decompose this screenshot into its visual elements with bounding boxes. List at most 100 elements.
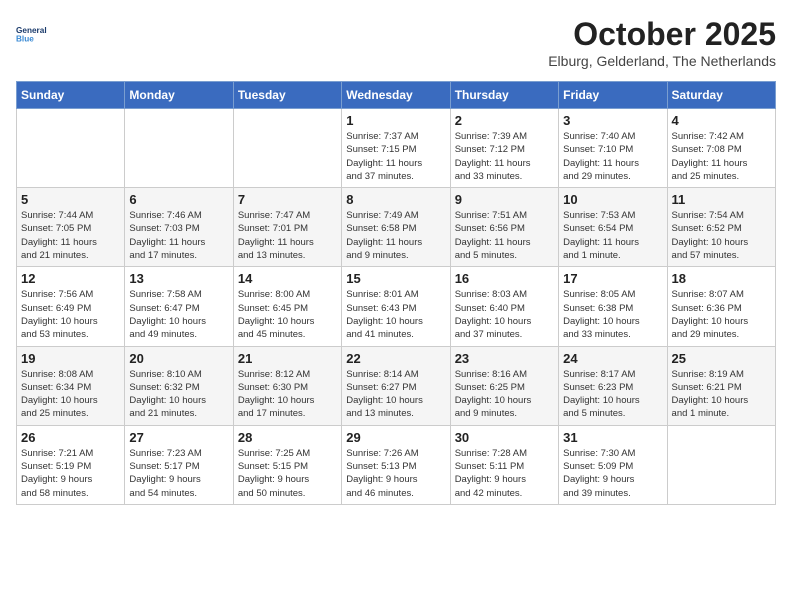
day-info: Sunrise: 8:01 AM Sunset: 6:43 PM Dayligh… bbox=[346, 288, 445, 341]
day-number: 11 bbox=[672, 192, 771, 207]
day-number: 12 bbox=[21, 271, 120, 286]
day-info: Sunrise: 8:17 AM Sunset: 6:23 PM Dayligh… bbox=[563, 368, 662, 421]
page-header: GeneralBlue October 2025 Elburg, Gelderl… bbox=[16, 16, 776, 69]
day-info: Sunrise: 7:42 AM Sunset: 7:08 PM Dayligh… bbox=[672, 130, 771, 183]
weekday-header-saturday: Saturday bbox=[667, 82, 775, 109]
day-number: 14 bbox=[238, 271, 337, 286]
day-number: 18 bbox=[672, 271, 771, 286]
calendar-cell: 3Sunrise: 7:40 AM Sunset: 7:10 PM Daylig… bbox=[559, 109, 667, 188]
logo: GeneralBlue bbox=[16, 16, 52, 52]
day-number: 8 bbox=[346, 192, 445, 207]
calendar-cell bbox=[233, 109, 341, 188]
day-number: 2 bbox=[455, 113, 554, 128]
day-number: 26 bbox=[21, 430, 120, 445]
calendar-cell: 6 Sunrise: 7:46 AM Sunset: 7:03 PM Daylig… bbox=[125, 188, 233, 267]
day-info: Sunrise: 7:26 AM Sunset: 5:13 PM Dayligh… bbox=[346, 447, 445, 500]
calendar-cell: 10 Sunrise: 7:53 AM Sunset: 6:54 PM Dayli… bbox=[559, 188, 667, 267]
day-number: 21 bbox=[238, 351, 337, 366]
day-number: 25 bbox=[672, 351, 771, 366]
calendar-week-row: 5 Sunrise: 7:44 AM Sunset: 7:05 PM Daylig… bbox=[17, 188, 776, 267]
svg-text:Blue: Blue bbox=[16, 35, 34, 44]
weekday-header-thursday: Thursday bbox=[450, 82, 558, 109]
calendar-week-row: 26 Sunrise: 7:21 AM Sunset: 5:19 PM Dayli… bbox=[17, 425, 776, 504]
calendar-cell: 29 Sunrise: 7:26 AM Sunset: 5:13 PM Dayli… bbox=[342, 425, 450, 504]
calendar-cell: 2 Sunrise: 7:39 AM Sunset: 7:12 PM Daylig… bbox=[450, 109, 558, 188]
calendar-cell: 18 Sunrise: 8:07 AM Sunset: 6:36 PM Dayli… bbox=[667, 267, 775, 346]
calendar-cell: 14Sunrise: 8:00 AM Sunset: 6:45 PM Dayli… bbox=[233, 267, 341, 346]
calendar-cell: 30 Sunrise: 7:28 AM Sunset: 5:11 PM Dayli… bbox=[450, 425, 558, 504]
day-info: Sunrise: 8:16 AM Sunset: 6:25 PM Dayligh… bbox=[455, 368, 554, 421]
day-number: 30 bbox=[455, 430, 554, 445]
calendar-cell: 28 Sunrise: 7:25 AM Sunset: 5:15 PM Dayli… bbox=[233, 425, 341, 504]
day-number: 16 bbox=[455, 271, 554, 286]
day-info: Sunrise: 8:03 AM Sunset: 6:40 PM Dayligh… bbox=[455, 288, 554, 341]
weekday-header-monday: Monday bbox=[125, 82, 233, 109]
calendar-cell: 13 Sunrise: 7:58 AM Sunset: 6:47 PM Dayli… bbox=[125, 267, 233, 346]
day-number: 6 bbox=[129, 192, 228, 207]
calendar-cell: 31Sunrise: 7:30 AM Sunset: 5:09 PM Dayli… bbox=[559, 425, 667, 504]
day-info: Sunrise: 7:37 AM Sunset: 7:15 PM Dayligh… bbox=[346, 130, 445, 183]
day-info: Sunrise: 7:23 AM Sunset: 5:17 PM Dayligh… bbox=[129, 447, 228, 500]
calendar-cell: 15 Sunrise: 8:01 AM Sunset: 6:43 PM Dayli… bbox=[342, 267, 450, 346]
day-info: Sunrise: 7:49 AM Sunset: 6:58 PM Dayligh… bbox=[346, 209, 445, 262]
calendar-cell: 11 Sunrise: 7:54 AM Sunset: 6:52 PM Dayli… bbox=[667, 188, 775, 267]
day-number: 22 bbox=[346, 351, 445, 366]
day-info: Sunrise: 7:53 AM Sunset: 6:54 PM Dayligh… bbox=[563, 209, 662, 262]
day-info: Sunrise: 8:12 AM Sunset: 6:30 PM Dayligh… bbox=[238, 368, 337, 421]
month-title: October 2025 bbox=[548, 16, 776, 53]
day-info: Sunrise: 7:46 AM Sunset: 7:03 PM Dayligh… bbox=[129, 209, 228, 262]
calendar-cell: 5 Sunrise: 7:44 AM Sunset: 7:05 PM Daylig… bbox=[17, 188, 125, 267]
day-info: Sunrise: 7:58 AM Sunset: 6:47 PM Dayligh… bbox=[129, 288, 228, 341]
day-info: Sunrise: 8:10 AM Sunset: 6:32 PM Dayligh… bbox=[129, 368, 228, 421]
day-number: 13 bbox=[129, 271, 228, 286]
calendar-cell: 27Sunrise: 7:23 AM Sunset: 5:17 PM Dayli… bbox=[125, 425, 233, 504]
day-number: 9 bbox=[455, 192, 554, 207]
day-number: 4 bbox=[672, 113, 771, 128]
day-info: Sunrise: 8:14 AM Sunset: 6:27 PM Dayligh… bbox=[346, 368, 445, 421]
calendar-cell: 4 Sunrise: 7:42 AM Sunset: 7:08 PM Daylig… bbox=[667, 109, 775, 188]
calendar-cell bbox=[125, 109, 233, 188]
calendar-cell: 20 Sunrise: 8:10 AM Sunset: 6:32 PM Dayli… bbox=[125, 346, 233, 425]
calendar-week-row: 19 Sunrise: 8:08 AM Sunset: 6:34 PM Dayli… bbox=[17, 346, 776, 425]
location: Elburg, Gelderland, The Netherlands bbox=[548, 53, 776, 69]
weekday-header-row: SundayMondayTuesdayWednesdayThursdayFrid… bbox=[17, 82, 776, 109]
day-number: 10 bbox=[563, 192, 662, 207]
weekday-header-tuesday: Tuesday bbox=[233, 82, 341, 109]
day-info: Sunrise: 7:40 AM Sunset: 7:10 PM Dayligh… bbox=[563, 130, 662, 183]
svg-text:General: General bbox=[16, 26, 47, 35]
day-info: Sunrise: 7:21 AM Sunset: 5:19 PM Dayligh… bbox=[21, 447, 120, 500]
calendar-cell: 26 Sunrise: 7:21 AM Sunset: 5:19 PM Dayli… bbox=[17, 425, 125, 504]
day-number: 5 bbox=[21, 192, 120, 207]
day-number: 23 bbox=[455, 351, 554, 366]
day-info: Sunrise: 7:44 AM Sunset: 7:05 PM Dayligh… bbox=[21, 209, 120, 262]
calendar-cell: 1Sunrise: 7:37 AM Sunset: 7:15 PM Daylig… bbox=[342, 109, 450, 188]
day-number: 29 bbox=[346, 430, 445, 445]
day-number: 7 bbox=[238, 192, 337, 207]
calendar-cell: 25Sunrise: 8:19 AM Sunset: 6:21 PM Dayli… bbox=[667, 346, 775, 425]
day-info: Sunrise: 7:51 AM Sunset: 6:56 PM Dayligh… bbox=[455, 209, 554, 262]
day-info: Sunrise: 8:08 AM Sunset: 6:34 PM Dayligh… bbox=[21, 368, 120, 421]
day-info: Sunrise: 7:56 AM Sunset: 6:49 PM Dayligh… bbox=[21, 288, 120, 341]
calendar-cell: 22 Sunrise: 8:14 AM Sunset: 6:27 PM Dayli… bbox=[342, 346, 450, 425]
day-number: 28 bbox=[238, 430, 337, 445]
logo-icon: GeneralBlue bbox=[16, 16, 52, 52]
day-info: Sunrise: 7:28 AM Sunset: 5:11 PM Dayligh… bbox=[455, 447, 554, 500]
calendar-table: SundayMondayTuesdayWednesdayThursdayFrid… bbox=[16, 81, 776, 505]
day-info: Sunrise: 7:39 AM Sunset: 7:12 PM Dayligh… bbox=[455, 130, 554, 183]
calendar-cell: 21 Sunrise: 8:12 AM Sunset: 6:30 PM Dayli… bbox=[233, 346, 341, 425]
day-info: Sunrise: 7:54 AM Sunset: 6:52 PM Dayligh… bbox=[672, 209, 771, 262]
day-number: 20 bbox=[129, 351, 228, 366]
day-number: 24 bbox=[563, 351, 662, 366]
calendar-cell: 8 Sunrise: 7:49 AM Sunset: 6:58 PM Daylig… bbox=[342, 188, 450, 267]
calendar-cell: 9 Sunrise: 7:51 AM Sunset: 6:56 PM Daylig… bbox=[450, 188, 558, 267]
day-info: Sunrise: 8:05 AM Sunset: 6:38 PM Dayligh… bbox=[563, 288, 662, 341]
day-info: Sunrise: 8:07 AM Sunset: 6:36 PM Dayligh… bbox=[672, 288, 771, 341]
calendar-cell: 17Sunrise: 8:05 AM Sunset: 6:38 PM Dayli… bbox=[559, 267, 667, 346]
day-number: 15 bbox=[346, 271, 445, 286]
calendar-cell bbox=[667, 425, 775, 504]
calendar-cell: 16 Sunrise: 8:03 AM Sunset: 6:40 PM Dayli… bbox=[450, 267, 558, 346]
calendar-week-row: 1Sunrise: 7:37 AM Sunset: 7:15 PM Daylig… bbox=[17, 109, 776, 188]
day-info: Sunrise: 7:25 AM Sunset: 5:15 PM Dayligh… bbox=[238, 447, 337, 500]
weekday-header-wednesday: Wednesday bbox=[342, 82, 450, 109]
day-number: 19 bbox=[21, 351, 120, 366]
